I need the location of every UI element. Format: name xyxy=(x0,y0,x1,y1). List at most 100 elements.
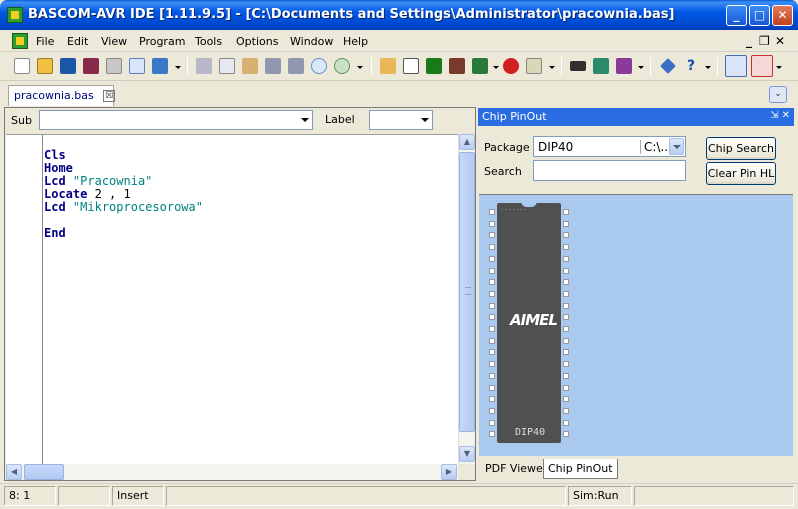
vertical-scrollbar[interactable]: ▲ ▼ xyxy=(458,134,475,464)
pdf-dropdown-icon[interactable] xyxy=(776,66,782,69)
close-button[interactable]: ✕ xyxy=(772,5,793,26)
chip-pin[interactable] xyxy=(489,209,495,215)
clear-pin-button[interactable]: Clear Pin HL xyxy=(706,162,776,185)
minimize-button[interactable]: _ xyxy=(726,5,747,26)
chip-pin[interactable] xyxy=(563,326,569,332)
chip-pin[interactable] xyxy=(563,255,569,262)
chip-pin[interactable] xyxy=(489,279,495,286)
chip-pin[interactable] xyxy=(489,244,495,251)
bookmark-dropdown-icon[interactable] xyxy=(175,66,181,69)
hand-icon[interactable] xyxy=(380,58,396,74)
chip-pin[interactable] xyxy=(563,349,569,356)
terminal-icon[interactable] xyxy=(526,58,542,74)
chip-pin[interactable] xyxy=(489,349,495,356)
mdi-close-button[interactable]: ✕ xyxy=(775,34,785,48)
analyzer-icon[interactable] xyxy=(616,58,632,74)
analyzer-dropdown-icon[interactable] xyxy=(638,66,644,69)
chip-pin[interactable] xyxy=(563,314,569,321)
horizontal-scrollbar[interactable]: ◀ ▶ xyxy=(6,464,458,480)
chip-pin[interactable] xyxy=(489,419,495,426)
chip-pin[interactable] xyxy=(489,314,495,321)
chip-pin[interactable] xyxy=(563,337,569,344)
chip-pin[interactable] xyxy=(563,384,569,391)
chevron-down-icon[interactable] xyxy=(301,118,309,122)
package-select[interactable]: DIP40 C:\... xyxy=(533,136,686,157)
scroll-thumb[interactable] xyxy=(459,152,475,432)
chip-pin[interactable] xyxy=(563,431,569,438)
menu-options[interactable]: Options xyxy=(236,35,278,48)
chip-icon[interactable] xyxy=(449,58,465,74)
chip-pin[interactable] xyxy=(563,407,569,414)
chip-pin[interactable] xyxy=(563,267,569,274)
save-icon[interactable] xyxy=(60,58,76,74)
chip-pin[interactable] xyxy=(489,326,495,332)
chip-pin[interactable] xyxy=(563,302,569,309)
chip-pin[interactable] xyxy=(563,220,569,227)
chip-pin[interactable] xyxy=(563,209,569,215)
unindent-icon[interactable] xyxy=(288,58,304,74)
terminal-dropdown-icon[interactable] xyxy=(549,66,555,69)
menu-file[interactable]: File xyxy=(36,35,54,48)
chip-pin[interactable] xyxy=(489,267,495,274)
pdf-icon[interactable] xyxy=(751,55,773,77)
chip-pin[interactable] xyxy=(489,255,495,262)
save-as-icon[interactable] xyxy=(83,58,99,74)
scroll-down-button[interactable]: ▼ xyxy=(459,446,475,462)
chip-pin[interactable] xyxy=(563,279,569,286)
open-folder-icon[interactable] xyxy=(37,58,53,74)
program-dropdown-icon[interactable] xyxy=(493,66,499,69)
menu-program[interactable]: Program xyxy=(139,35,185,48)
chip-pin[interactable] xyxy=(489,337,495,344)
chip-pin[interactable] xyxy=(489,232,495,239)
syntax-check-icon[interactable] xyxy=(403,58,419,74)
new-file-icon[interactable] xyxy=(14,58,30,74)
app-icon[interactable] xyxy=(7,7,23,23)
tab-close-icon[interactable]: ☒ xyxy=(103,90,115,102)
copy-icon[interactable] xyxy=(219,58,235,74)
lcd-icon[interactable] xyxy=(593,58,609,74)
chip-pin[interactable] xyxy=(489,407,495,414)
menu-help[interactable]: Help xyxy=(343,35,368,48)
stop-icon[interactable] xyxy=(503,58,519,74)
mdi-minimize-button[interactable]: _ xyxy=(746,34,752,48)
chip-pin[interactable] xyxy=(489,384,495,391)
help-icon[interactable]: ? xyxy=(683,58,699,74)
menu-view[interactable]: View xyxy=(101,35,127,48)
code-editor[interactable]: Cls Home Lcd "Pracownia" Locate 2 , 1 Lcd "M… xyxy=(6,134,458,465)
scroll-up-button[interactable]: ▲ xyxy=(459,134,475,150)
label-combo[interactable] xyxy=(369,110,433,130)
menu-edit[interactable]: Edit xyxy=(67,35,88,48)
indent-icon[interactable] xyxy=(265,58,281,74)
chip-pin[interactable] xyxy=(489,396,495,403)
mdi-restore-button[interactable]: ❐ xyxy=(759,34,770,48)
chip-pin[interactable] xyxy=(489,431,495,438)
document-icon[interactable] xyxy=(12,33,28,49)
hscroll-thumb[interactable] xyxy=(24,464,64,480)
chip-pin[interactable] xyxy=(563,396,569,403)
chip-search-button[interactable]: Chip Search xyxy=(706,137,776,160)
scroll-right-button[interactable]: ▶ xyxy=(441,464,457,480)
find-next-icon[interactable] xyxy=(334,58,350,74)
find-dropdown-icon[interactable] xyxy=(357,66,363,69)
chip-view[interactable]: · · · · · · · AIMEL DIP40 xyxy=(479,194,793,456)
chip-pin[interactable] xyxy=(563,419,569,426)
compile-icon[interactable] xyxy=(426,58,442,74)
tab-pracownia[interactable]: pracownia.bas ☒ xyxy=(8,85,115,106)
scroll-left-button[interactable]: ◀ xyxy=(6,464,22,480)
paste-icon[interactable] xyxy=(242,58,258,74)
maximize-button[interactable]: □ xyxy=(749,5,770,26)
chip-pin[interactable] xyxy=(563,290,569,297)
tab-chip-pinout[interactable]: Chip PinOut xyxy=(543,459,618,479)
print-preview-icon[interactable] xyxy=(129,58,145,74)
chip-pin[interactable] xyxy=(489,361,495,368)
menu-tools[interactable]: Tools xyxy=(195,35,222,48)
chip-pin[interactable] xyxy=(563,244,569,251)
chevron-down-icon[interactable] xyxy=(421,118,429,122)
find-icon[interactable] xyxy=(311,58,327,74)
chip-pin[interactable] xyxy=(489,302,495,309)
search-input[interactable] xyxy=(533,160,686,181)
chip-pin[interactable] xyxy=(563,232,569,239)
bookmark-icon[interactable] xyxy=(152,58,168,74)
chip-pin[interactable] xyxy=(489,372,495,379)
cut-icon[interactable] xyxy=(196,58,212,74)
